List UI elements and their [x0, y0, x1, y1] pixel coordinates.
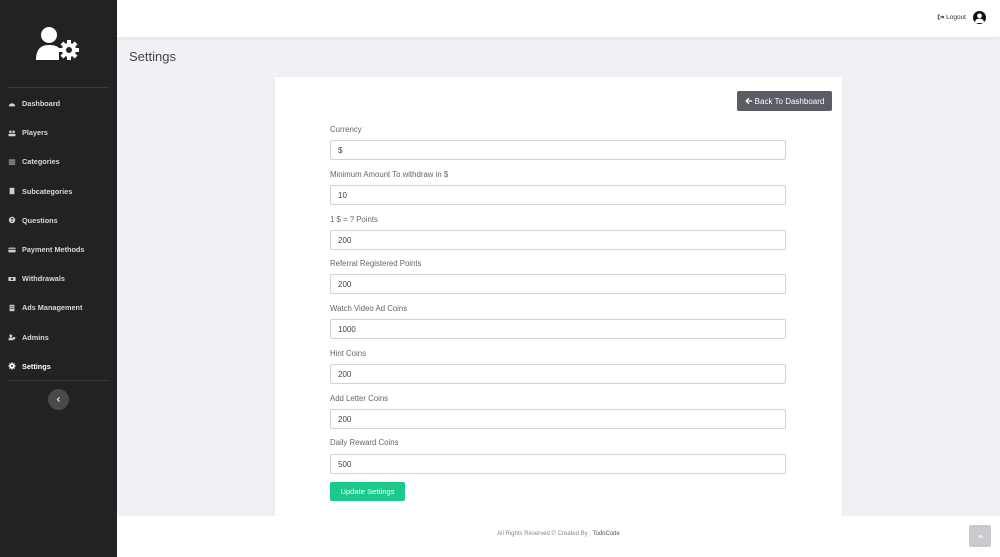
watch-video-coins-label: Watch Video Ad Coins	[330, 304, 408, 313]
minimum-withdraw-label: Minimum Amount To withdraw in $	[330, 170, 449, 179]
sidebar-toggle-button[interactable]	[48, 389, 69, 410]
sidebar-item-label: Dashboard	[22, 99, 61, 109]
sidebar-item-subcategories[interactable]: Subcategories	[0, 177, 117, 206]
daily-reward-coins-input[interactable]	[330, 454, 786, 474]
referral-points-input[interactable]	[330, 274, 786, 294]
money-icon	[8, 275, 20, 283]
sidebar-item-admins[interactable]: Admins	[0, 323, 117, 352]
footer: All Rights Reserved © Created By : TodoC…	[117, 531, 1000, 537]
dashboard-icon	[8, 100, 20, 108]
back-button-label: Back To Dashboard	[754, 96, 825, 106]
sidebar-item-label: Settings	[22, 361, 51, 371]
list-icon	[8, 158, 20, 166]
sidebar-item-settings[interactable]: Settings	[0, 352, 117, 381]
sidebar-item-label: Categories	[22, 157, 60, 167]
chevron-up-icon	[977, 534, 983, 538]
admins-icon	[8, 333, 20, 341]
sidebar-nav: Dashboard Players Categories Subcategori…	[0, 89, 117, 381]
gear-icon	[8, 362, 20, 370]
admin-settings-logo-icon	[36, 26, 82, 62]
sidebar-divider	[7, 380, 109, 381]
sign-out-icon	[937, 14, 945, 20]
arrow-left-icon	[744, 97, 752, 105]
sidebar-divider	[7, 87, 109, 88]
currency-input[interactable]	[330, 140, 786, 160]
settings-card: Back To Dashboard Currency Minimum Amoun…	[275, 77, 842, 516]
sidebar-item-label: Admins	[22, 332, 49, 342]
scroll-to-top-button[interactable]	[969, 525, 991, 547]
sidebar-item-withdrawals[interactable]: Withdrawals	[0, 264, 117, 293]
add-letter-coins-label: Add Letter Coins	[330, 394, 389, 403]
logout-link[interactable]: Logout	[937, 13, 966, 21]
logout-label: Logout	[946, 13, 966, 21]
sidebar-item-label: Payment Methods	[22, 245, 85, 255]
chevron-left-icon	[56, 397, 60, 402]
points-rate-input[interactable]	[330, 230, 786, 250]
sidebar-item-label: Questions	[22, 215, 58, 225]
sidebar: Dashboard Players Categories Subcategori…	[0, 0, 117, 557]
add-letter-coins-input[interactable]	[330, 409, 786, 429]
user-avatar-icon[interactable]	[973, 11, 986, 24]
sidebar-item-questions[interactable]: ? Questions	[0, 206, 117, 235]
daily-reward-coins-label: Daily Reward Coins	[330, 438, 399, 447]
referral-points-label: Referral Registered Points	[330, 259, 422, 268]
page-title: Settings	[129, 49, 176, 64]
sidebar-item-categories[interactable]: Categories	[0, 147, 117, 176]
ad-icon	[8, 304, 20, 312]
sidebar-item-label: Withdrawals	[22, 274, 65, 284]
back-to-dashboard-button[interactable]: Back To Dashboard	[737, 91, 832, 111]
users-icon	[8, 129, 20, 137]
topbar: Logout	[117, 0, 1000, 37]
svg-text:?: ?	[11, 218, 14, 224]
watch-video-coins-input[interactable]	[330, 319, 786, 339]
sidebar-item-players[interactable]: Players	[0, 118, 117, 147]
file-icon	[8, 187, 20, 195]
credit-card-icon	[8, 246, 20, 254]
sidebar-item-label: Players	[22, 128, 48, 138]
sidebar-item-dashboard[interactable]: Dashboard	[0, 89, 117, 118]
footer-brand: TodoCode	[592, 531, 620, 537]
minimum-withdraw-input[interactable]	[330, 185, 786, 205]
hint-coins-input[interactable]	[330, 364, 786, 384]
hint-coins-label: Hint Coins	[330, 349, 366, 358]
sidebar-item-payment-methods[interactable]: Payment Methods	[0, 235, 117, 264]
sidebar-item-ads-management[interactable]: Ads Management	[0, 293, 117, 322]
sidebar-item-label: Ads Management	[22, 303, 83, 313]
points-rate-label: 1 $ = ? Points	[330, 215, 378, 224]
sidebar-item-label: Subcategories	[22, 186, 73, 196]
question-icon: ?	[8, 216, 20, 224]
currency-label: Currency	[330, 125, 362, 134]
update-settings-button[interactable]: Update Settings	[330, 482, 405, 501]
footer-text: All Rights Reserved © Created By :	[497, 531, 593, 537]
